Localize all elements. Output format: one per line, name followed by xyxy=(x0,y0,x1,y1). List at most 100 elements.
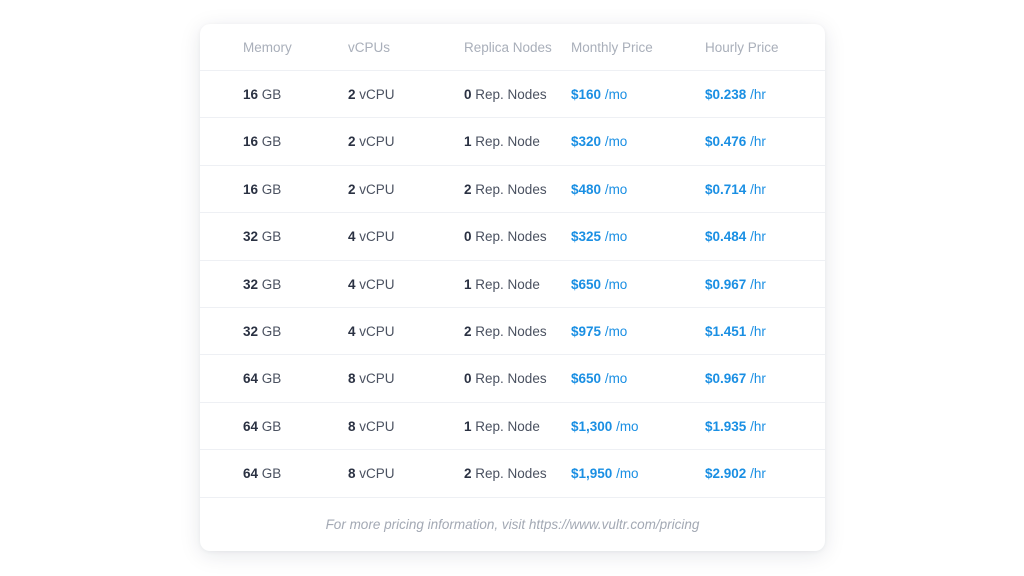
header-vcpus: vCPUs xyxy=(348,40,391,55)
hourly-price-unit: /hr xyxy=(750,87,766,102)
hourly-price-unit: /hr xyxy=(750,466,766,482)
memory-value: 16 xyxy=(243,181,259,197)
vcpu-unit: vCPU xyxy=(359,229,395,245)
replica-nodes-cell: 1 Rep. Node xyxy=(464,118,540,165)
replica-nodes-cell: 1 Rep. Node xyxy=(464,403,540,450)
vcpu-cell: 8 vCPU xyxy=(348,355,395,402)
memory-value: 64 xyxy=(243,418,259,434)
memory-unit: GB xyxy=(261,134,282,150)
memory-unit: GB xyxy=(261,324,282,339)
vcpu-cell: 8 vCPU xyxy=(348,450,395,497)
hourly-price-value: $0.476 xyxy=(705,134,747,150)
hourly-price-cell: $0.484 /hr xyxy=(705,213,766,260)
replica-nodes-value: 1 xyxy=(464,276,472,292)
replica-nodes-unit: Rep. Node xyxy=(475,134,540,150)
vcpu-cell: 8 vCPU xyxy=(348,403,395,450)
replica-nodes-unit: Rep. Nodes xyxy=(475,181,547,197)
vcpu-cell: 4 vCPU xyxy=(348,261,395,308)
memory-value: 16 xyxy=(243,134,259,150)
table-header-row: Memory vCPUs Replica Nodes Monthly Price… xyxy=(200,24,825,71)
hourly-price-value: $0.967 xyxy=(705,276,747,292)
header-memory: Memory xyxy=(243,40,292,55)
monthly-price-cell: $160 /mo xyxy=(571,71,627,118)
monthly-price-value: $1,300 xyxy=(571,418,613,434)
monthly-price-unit: /mo xyxy=(604,324,628,339)
hourly-price-unit: /hr xyxy=(750,418,766,434)
replica-nodes-unit: Rep. Node xyxy=(475,276,540,292)
monthly-price-cell: $650 /mo xyxy=(571,261,627,308)
monthly-price-unit: /mo xyxy=(604,371,628,387)
monthly-price-cell: $325 /mo xyxy=(571,213,627,260)
memory-value: 64 xyxy=(243,466,259,482)
table-row: 32 GB 4 vCPU 1 Rep. Node $650 /mo $0.967 /hr xyxy=(200,261,825,308)
memory-value: 32 xyxy=(243,324,259,339)
table-row: 64 GB 8 vCPU 2 Rep. Nodes $1,950 /mo $2.902 … xyxy=(200,450,825,498)
hourly-price-value: $0.967 xyxy=(705,371,747,387)
replica-nodes-cell: 2 Rep. Nodes xyxy=(464,166,547,213)
hourly-price-value: $0.484 xyxy=(705,229,747,245)
memory-value: 16 xyxy=(243,87,259,102)
replica-nodes-value: 2 xyxy=(464,181,472,197)
vcpu-cell: 2 vCPU xyxy=(348,166,395,213)
hourly-price-value: $1.935 xyxy=(705,418,747,434)
monthly-price-cell: $480 /mo xyxy=(571,166,627,213)
memory-unit: GB xyxy=(261,371,282,387)
vcpu-cell: 2 vCPU xyxy=(348,71,395,118)
memory-cell: 64 GB xyxy=(243,355,281,402)
memory-unit: GB xyxy=(261,229,282,245)
vcpu-unit: vCPU xyxy=(359,276,395,292)
memory-cell: 16 GB xyxy=(243,71,281,118)
monthly-price-unit: /mo xyxy=(604,229,628,245)
monthly-price-unit: /mo xyxy=(604,181,628,197)
vcpu-cell: 4 vCPU xyxy=(348,308,395,355)
replica-nodes-unit: Rep. Nodes xyxy=(475,229,547,245)
table-row: 64 GB 8 vCPU 1 Rep. Node $1,300 /mo $1.935 /… xyxy=(200,403,825,451)
vcpu-value: 4 xyxy=(348,276,356,292)
vcpu-unit: vCPU xyxy=(359,324,395,339)
replica-nodes-unit: Rep. Nodes xyxy=(475,466,547,482)
monthly-price-value: $650 xyxy=(571,276,602,292)
memory-value: 32 xyxy=(243,229,259,245)
hourly-price-unit: /hr xyxy=(750,229,766,245)
table-row: 32 GB 4 vCPU 0 Rep. Nodes $325 /mo $0.484 /h… xyxy=(200,213,825,261)
memory-cell: 32 GB xyxy=(243,213,281,260)
memory-value: 64 xyxy=(243,371,259,387)
replica-nodes-value: 0 xyxy=(464,229,472,245)
vcpu-unit: vCPU xyxy=(359,466,395,482)
memory-cell: 16 GB xyxy=(243,166,281,213)
monthly-price-unit: /mo xyxy=(604,276,628,292)
memory-unit: GB xyxy=(261,466,282,482)
table-row: 64 GB 8 vCPU 0 Rep. Nodes $650 /mo $0.967 /h… xyxy=(200,355,825,403)
monthly-price-value: $325 xyxy=(571,229,602,245)
replica-nodes-unit: Rep. Nodes xyxy=(475,324,547,339)
table-row: 16 GB 2 vCPU 2 Rep. Nodes $480 /mo $0.714 /h… xyxy=(200,166,825,214)
vcpu-unit: vCPU xyxy=(359,418,395,434)
replica-nodes-unit: Rep. Node xyxy=(475,418,540,434)
table-row: 32 GB 4 vCPU 2 Rep. Nodes $975 /mo $1.451 /h… xyxy=(200,308,825,356)
memory-value: 32 xyxy=(243,276,259,292)
vcpu-value: 8 xyxy=(348,466,356,482)
replica-nodes-value: 2 xyxy=(464,324,472,339)
replica-nodes-cell: 2 Rep. Nodes xyxy=(464,450,547,497)
monthly-price-unit: /mo xyxy=(616,466,639,482)
replica-nodes-cell: 0 Rep. Nodes xyxy=(464,213,547,260)
table-row: 16 GB 2 vCPU 0 Rep. Nodes $160 /mo $0.238 /h… xyxy=(200,71,825,119)
hourly-price-value: $1.451 xyxy=(705,324,747,339)
hourly-price-value: $2.902 xyxy=(705,466,747,482)
monthly-price-value: $650 xyxy=(571,371,602,387)
memory-cell: 16 GB xyxy=(243,118,281,165)
monthly-price-cell: $1,300 /mo xyxy=(571,403,639,450)
pricing-footer-note: For more pricing information, visit http… xyxy=(325,517,700,532)
memory-unit: GB xyxy=(261,181,282,197)
memory-unit: GB xyxy=(261,276,282,292)
hourly-price-cell: $0.967 /hr xyxy=(705,261,766,308)
vcpu-value: 2 xyxy=(348,134,356,150)
hourly-price-unit: /hr xyxy=(750,181,766,197)
hourly-price-cell: $0.967 /hr xyxy=(705,355,766,402)
hourly-price-unit: /hr xyxy=(750,371,766,387)
table-row: 16 GB 2 vCPU 1 Rep. Node $320 /mo $0.476 /hr xyxy=(200,118,825,166)
hourly-price-cell: $0.714 /hr xyxy=(705,166,766,213)
memory-cell: 64 GB xyxy=(243,450,281,497)
header-monthly-price: Monthly Price xyxy=(571,40,653,55)
monthly-price-cell: $1,950 /mo xyxy=(571,450,639,497)
